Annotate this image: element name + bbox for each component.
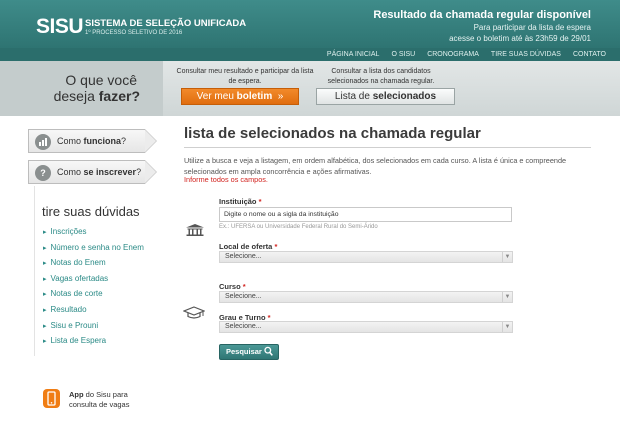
faq-item-numero-senha[interactable]: Número e senha no Enem xyxy=(43,242,144,258)
tab-como-se-inscrever-label: Como se inscrever? xyxy=(57,167,142,177)
bar-chart-icon xyxy=(35,134,51,150)
faq-list: Inscrições Número e senha no Enem Notas … xyxy=(43,226,144,351)
tab-como-funciona[interactable]: Como funciona? xyxy=(28,129,157,153)
question-icon: ? xyxy=(35,165,51,181)
nav-tire-suas-duvidas[interactable]: TIRE SUAS DÚVIDAS xyxy=(485,49,567,60)
logo-title: SISTEMA DE SELEÇÃO UNIFICADA xyxy=(85,18,247,29)
institution-building-icon xyxy=(186,224,204,236)
local-oferta-select[interactable]: Selecione... ▼ xyxy=(219,251,513,263)
faq-item-vagas[interactable]: Vagas ofertadas xyxy=(43,273,144,289)
page-title: lista de selecionados na chamada regular xyxy=(184,125,481,142)
chevron-down-icon: ▼ xyxy=(502,322,512,332)
lista-selecionados-button[interactable]: Lista de selecionados xyxy=(316,88,455,105)
question-panel: O que você deseja fazer? xyxy=(0,61,163,116)
title-divider xyxy=(184,147,591,148)
faq-item-resultado[interactable]: Resultado xyxy=(43,304,144,320)
institution-hint: Ex.: UFERSA ou Universidade Federal Rura… xyxy=(219,224,378,230)
search-icon xyxy=(264,346,273,361)
question-bar: O que você deseja fazer? Consultar meu r… xyxy=(0,61,620,116)
institution-label: Instituição * xyxy=(219,197,262,206)
announcement-banner: Resultado da chamada regular disponível … xyxy=(373,9,591,43)
banner-line-2: acesse o boletim até às 23h59 de 29/01 xyxy=(449,34,591,43)
local-oferta-label: Local de oferta * xyxy=(219,242,278,251)
faq-title: tire suas dúvidas xyxy=(42,204,140,219)
boletim-cta: Consultar meu resultado e participar da … xyxy=(174,67,316,87)
app-promo[interactable]: App do Sisu para consulta de vagas xyxy=(69,390,149,410)
top-header: SISU SISTEMA DE SELEÇÃO UNIFICADA 1º PRO… xyxy=(0,0,620,48)
question-line-2: deseja fazer? xyxy=(53,88,140,104)
chevron-down-icon: ▼ xyxy=(502,252,512,262)
faq-item-inscricoes[interactable]: Inscrições xyxy=(43,226,144,242)
graduation-cap-icon xyxy=(183,306,205,319)
nav-pagina-inicial[interactable]: PÁGINA INICIAL xyxy=(321,49,386,60)
ver-boletim-button[interactable]: Ver meu boletim » xyxy=(181,88,299,105)
institution-input[interactable]: Digite o nome ou a sigla da instituição xyxy=(219,207,512,222)
selecionados-cta: Consultar a lista dos candidatos selecio… xyxy=(310,67,452,87)
double-chevron-icon: » xyxy=(277,91,284,102)
banner-title: Resultado da chamada regular disponível xyxy=(373,9,591,21)
smartphone-icon[interactable] xyxy=(43,389,60,408)
intro-text: Utilize a busca e veja a listagem, em or… xyxy=(184,156,567,176)
nav-contato[interactable]: CONTATO xyxy=(567,49,612,60)
faq-item-notas-enem[interactable]: Notas do Enem xyxy=(43,257,144,273)
main-nav: PÁGINA INICIAL O SISU CRONOGRAMA TIRE SU… xyxy=(0,48,620,61)
selecionados-cta-text: Consultar a lista dos candidatos selecio… xyxy=(327,68,435,85)
grau-turno-select[interactable]: Selecione... ▼ xyxy=(219,321,513,333)
tab-como-funciona-label: Como funciona? xyxy=(57,136,127,146)
nav-o-sisu[interactable]: O SISU xyxy=(385,49,421,60)
logo-wordmark: SISU xyxy=(36,15,84,38)
chevron-down-icon: ▼ xyxy=(502,292,512,302)
logo-subtitle: 1º PROCESSO SELETIVO DE 2016 xyxy=(85,30,183,36)
curso-label: Curso * xyxy=(219,282,246,291)
faq-item-notas-corte[interactable]: Notas de corte xyxy=(43,288,144,304)
faq-item-lista-espera[interactable]: Lista de Espera xyxy=(43,335,144,351)
nav-cronograma[interactable]: CRONOGRAMA xyxy=(421,49,485,60)
question-line-1: O que você xyxy=(65,72,137,88)
pesquisar-button[interactable]: Pesquisar xyxy=(219,344,279,360)
banner-line-1: Para participar da lista de espera xyxy=(473,23,591,32)
tab-como-se-inscrever[interactable]: ? Como se inscrever? xyxy=(28,160,157,184)
boletim-cta-text: Consultar meu resultado e participar da … xyxy=(176,68,314,85)
curso-select[interactable]: Selecione... ▼ xyxy=(219,291,513,303)
required-note: Informe todos os campos. xyxy=(184,175,268,184)
faq-item-sisu-prouni[interactable]: Sisu e Prouni xyxy=(43,320,144,336)
